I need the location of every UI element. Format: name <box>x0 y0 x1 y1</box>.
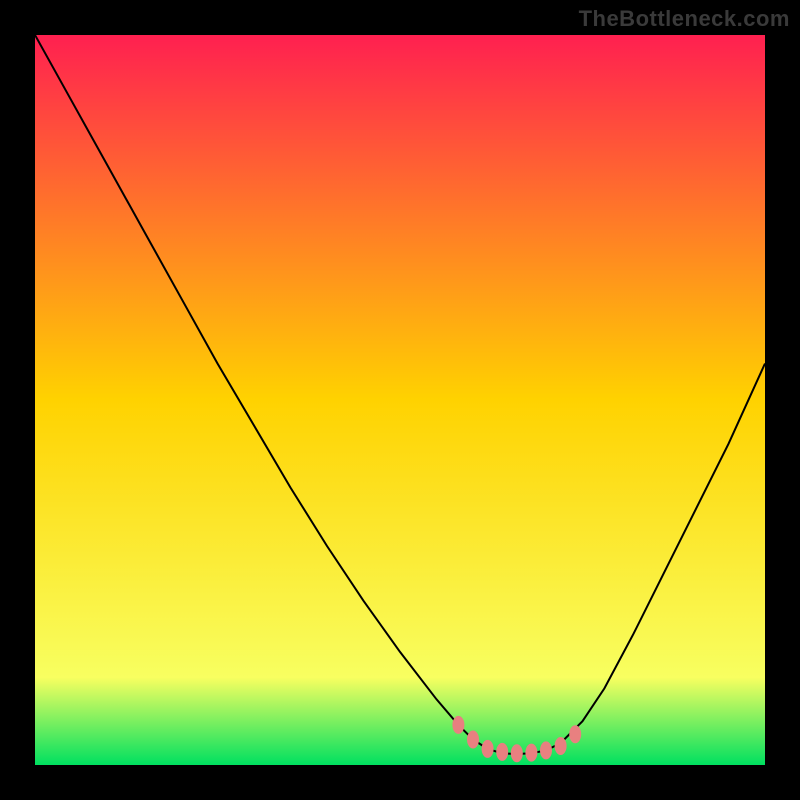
plot-overlay <box>35 35 765 765</box>
curve-marker <box>540 741 552 759</box>
curve-marker <box>452 716 464 734</box>
curve-marker <box>467 731 479 749</box>
chart-container: { "watermark": "TheBottleneck.com", "bg_… <box>0 0 800 800</box>
curve-marker <box>496 743 508 761</box>
curve-marker <box>569 725 581 743</box>
curve-marker <box>482 740 494 758</box>
curve-marker <box>511 744 523 762</box>
bottleneck-curve <box>35 35 765 754</box>
marker-group <box>452 716 581 762</box>
watermark-text: TheBottleneck.com <box>579 6 790 32</box>
curve-marker <box>525 744 537 762</box>
curve-marker <box>555 737 567 755</box>
plot-area <box>35 35 765 765</box>
